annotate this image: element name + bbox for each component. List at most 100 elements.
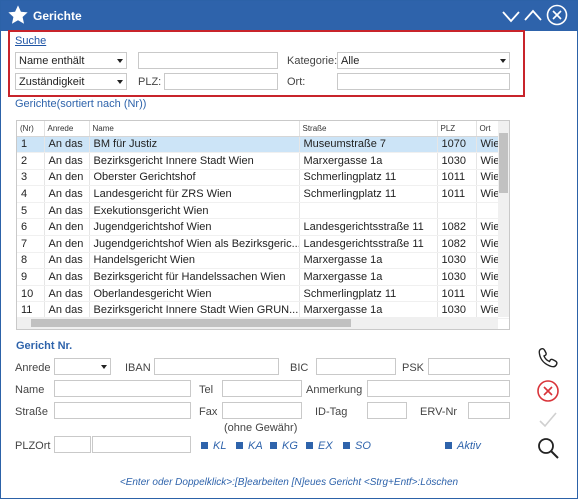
table-cell: Jugendgerichtshof Wien als Bezirksgeric.… [89,235,300,253]
table-row[interactable]: 3 An den Oberster Gerichtshof Schmerlingpla… [17,169,509,187]
fax-input[interactable] [222,402,302,419]
checkbox-ka[interactable]: KA [236,440,263,452]
table-cell: Jugendgerichtshof Wien [89,218,300,237]
table-cell: An das [44,185,90,203]
table-cell: Oberlandesgericht Wien [89,285,300,303]
ort-input[interactable] [337,73,510,90]
checkbox-box [445,442,452,449]
chevron-down-icon[interactable] [500,5,522,27]
table-cell: Landesgericht für ZRS Wien [89,185,300,203]
checkbox-kg[interactable]: KG [270,440,298,452]
table-row[interactable]: 6 An den Jugendgerichtshof Wien Landesgeric… [17,218,509,237]
iban-input[interactable] [154,358,279,375]
strasse-label: Straße [15,406,49,418]
anmerkung-input[interactable] [367,380,510,397]
table-body: 1 An das BM für Justiz Museumstraße 7 1070 Wi… [17,136,509,320]
table-cell: Museumstraße 7 [299,136,438,154]
column-header[interactable]: Name [89,121,300,137]
checkbox-box [236,442,243,449]
plz-input[interactable] [164,73,278,90]
table-cell: An das [44,136,90,154]
table-cell: 1011 [437,169,477,187]
chevron-up-icon[interactable] [522,5,544,27]
bic-label: BIC [290,362,309,374]
iban-label: IBAN [125,362,151,374]
table-row[interactable]: 2 An das Bezirksgericht Innere Stadt Wien M… [17,152,509,170]
search-section-label[interactable]: Suche [15,35,46,47]
column-header[interactable]: Anrede [44,121,90,137]
table-row[interactable]: 4 An das Landesgericht für ZRS Wien Schmerl… [17,185,509,203]
checkbox-so[interactable]: SO [343,440,371,452]
table-cell: An das [44,152,90,170]
table-row[interactable]: 8 An das Handelsgericht Wien Marxergasse 1a… [17,252,509,270]
filter-value-input[interactable] [138,52,278,69]
checkbox-ex[interactable]: EX [306,440,333,452]
filter-mode-value: Name enthält [19,55,85,67]
horizontal-scrollbar[interactable] [17,317,498,329]
table-cell: Schmerlingplatz 11 [299,169,438,187]
table-row[interactable]: 10 An das Oberlandesgericht Wien Schmerling… [17,285,509,303]
table-cell: Bezirksgericht Innere Stadt Wien [89,152,300,170]
table-cell: 1 [17,136,45,154]
scroll-thumb[interactable] [499,133,508,193]
title-bar: Gerichte [1,1,577,31]
bic-input[interactable] [316,358,396,375]
table-cell: Schmerlingplatz 11 [299,185,438,203]
table-cell: An das [44,285,90,303]
table-cell: 10 [17,285,45,303]
strasse-input[interactable] [54,402,191,419]
table-row[interactable]: 5 An das Exekutionsgericht Wien [17,202,509,220]
table-row[interactable]: 1 An das BM für Justiz Museumstraße 7 1070 Wi… [17,136,509,154]
idtag-label: ID-Tag [315,406,348,418]
table-cell: 3 [17,169,45,187]
anrede-select[interactable] [54,358,111,375]
ort-detail-input[interactable] [92,436,191,453]
window-title: Gerichte [33,9,82,23]
table-cell [299,202,438,220]
zustaendigkeit-value: Zuständigkeit [19,76,85,88]
table-cell: 2 [17,152,45,170]
table-cell: 1011 [437,285,477,303]
table-cell: Exekutionsgericht Wien [89,202,300,220]
plz-detail-input[interactable] [54,436,91,453]
check-icon[interactable] [536,408,560,432]
search-icon[interactable] [536,436,560,460]
ort-label: Ort: [287,76,306,88]
dropdown-arrow-icon [117,80,123,84]
table-cell: 6 [17,218,45,237]
plzort-label: PLZOrt [15,440,51,452]
scroll-thumb[interactable] [31,319,351,327]
fax-hint: (ohne Gewähr) [224,422,298,434]
column-header[interactable]: PLZ [437,121,477,137]
tel-input[interactable] [222,380,302,397]
courts-table[interactable]: (Nr) Anrede Name Straße PLZ Ort 1 An das BM für… [16,120,510,330]
name-label: Name [15,384,45,396]
table-cell: Handelsgericht Wien [89,252,300,270]
phone-icon[interactable] [536,345,560,369]
table-cell: 9 [17,268,45,286]
column-header[interactable]: Straße [299,121,438,137]
checkbox-aktiv[interactable]: Aktiv [445,440,481,452]
action-sidebar [526,32,576,472]
table-cell: Marxergasse 1a [299,268,438,286]
tel-label: Tel [199,384,214,396]
table-row[interactable]: 7 An den Jugendgerichtshof Wien als Bezirk… [17,235,509,253]
ervnr-input[interactable] [468,402,510,419]
checkbox-label: SO [355,440,371,452]
checkbox-kl[interactable]: KL [201,440,226,452]
filter-mode-select[interactable]: Name enthält [15,52,127,69]
kategorie-select[interactable]: Alle [337,52,510,69]
cancel-icon[interactable] [536,379,560,403]
psk-input[interactable] [428,358,510,375]
table-cell: An den [44,235,90,253]
table-cell: 4 [17,185,45,203]
column-header[interactable]: (Nr) [17,121,45,137]
idtag-input[interactable] [367,402,407,419]
close-icon[interactable] [546,4,568,26]
zustaendigkeit-select[interactable]: Zuständigkeit [15,73,127,90]
name-input[interactable] [54,380,191,397]
vertical-scrollbar[interactable] [498,121,509,317]
table-row[interactable]: 9 An das Bezirksgericht für Handelssachen … [17,268,509,286]
star-icon [8,5,28,24]
table-cell: 1070 [437,136,477,154]
